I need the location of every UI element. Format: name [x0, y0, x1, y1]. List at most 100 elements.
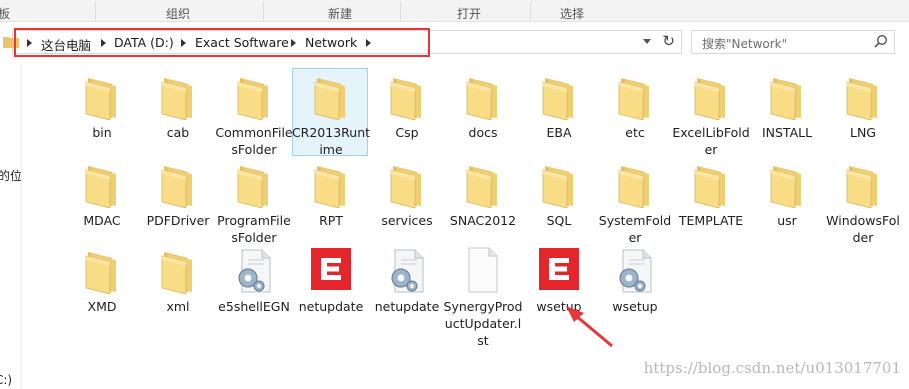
file-item-label: xml — [166, 299, 190, 314]
file-item[interactable]: SNAC2012 — [445, 160, 521, 244]
file-item[interactable]: Csp — [369, 72, 445, 156]
folder-icon — [539, 72, 579, 121]
file-item-label: wsetup — [536, 299, 582, 314]
folder-icon — [234, 72, 274, 121]
folder-icon — [615, 72, 655, 121]
file-item[interactable]: SystemFolder — [597, 160, 673, 245]
file-item-label: PDFDriver — [146, 213, 210, 228]
search-icon[interactable] — [874, 34, 888, 48]
address-highlight-box — [14, 28, 430, 57]
file-item-label: etc — [625, 125, 645, 140]
file-item[interactable]: RPT — [293, 160, 369, 244]
search-placeholder: 搜索"Network" — [702, 37, 788, 51]
folder-icon — [158, 246, 198, 295]
file-item[interactable]: wsetup — [597, 246, 673, 330]
folder-icon — [311, 160, 351, 209]
file-item[interactable]: netupdate — [369, 246, 445, 330]
file-item[interactable]: EBA — [521, 72, 597, 156]
folder-icon — [463, 160, 503, 209]
file-item-label: SNAC2012 — [449, 213, 517, 228]
file-item-label: LNG — [849, 125, 876, 140]
file-item[interactable]: etc — [597, 72, 673, 156]
folder-icon — [158, 72, 198, 121]
file-item[interactable]: xml — [140, 246, 216, 330]
file-item[interactable]: netupdate — [293, 246, 369, 330]
file-item[interactable]: WindowsFolder — [825, 160, 901, 245]
file-item-label: ExcelLibFolder — [672, 125, 750, 157]
nav-item-locations[interactable]: 的位置 — [0, 167, 21, 184]
exact-app-icon — [310, 246, 352, 294]
folder-icon — [615, 160, 655, 209]
folder-icon — [311, 72, 351, 121]
file-item-label: usr — [777, 213, 797, 228]
file-item[interactable]: usr — [749, 160, 825, 244]
folder-icon — [691, 160, 731, 209]
config-file-icon — [615, 246, 655, 294]
folder-icon — [539, 160, 579, 209]
exact-app-icon — [538, 246, 580, 294]
file-item[interactable]: e5shellEGN — [216, 246, 292, 330]
file-item[interactable]: CR2013Runtime — [291, 68, 371, 157]
folder-icon — [82, 160, 122, 209]
file-item[interactable]: wsetup — [521, 246, 597, 330]
file-item[interactable]: LNG — [825, 72, 901, 156]
watermark-text: https://blog.csdn.net/u013017701 — [643, 359, 901, 377]
file-item-label: XMD — [87, 299, 117, 314]
ribbon-divider — [530, 2, 531, 20]
ribbon-item-organize[interactable]: 组织 — [166, 5, 190, 22]
file-item-label: SQL — [546, 213, 572, 228]
file-item[interactable]: bin — [64, 72, 140, 156]
nav-item-drive-c[interactable]: C:) — [0, 373, 12, 387]
file-item[interactable]: XMD — [64, 246, 140, 330]
file-item-label: netupdate — [374, 299, 440, 314]
folder-icon — [843, 72, 883, 121]
file-item[interactable]: PDFDriver — [140, 160, 216, 244]
folder-icon — [843, 160, 883, 209]
file-item-label: INSTALL — [761, 125, 813, 140]
file-item[interactable]: ProgramFilesFolder — [216, 160, 292, 245]
file-item-label: TEMPLATE — [678, 213, 744, 228]
file-item-label: e5shellEGN — [218, 299, 290, 314]
ribbon-divider — [263, 2, 264, 20]
file-item[interactable]: CommonFilesFolder — [215, 72, 293, 157]
folder-icon — [691, 72, 731, 121]
folder-icon — [767, 160, 807, 209]
file-item[interactable]: docs — [445, 72, 521, 156]
file-item-label: services — [381, 213, 433, 228]
file-item[interactable]: MDAC — [64, 160, 140, 244]
file-item-label: SynergyProductUpdater.lst — [443, 299, 523, 348]
file-item-label: CR2013Runtime — [291, 125, 371, 157]
chevron-down-icon[interactable] — [643, 39, 651, 44]
ribbon-divider — [400, 2, 401, 20]
ribbon-divider — [95, 2, 96, 20]
ribbon-item-open[interactable]: 打开 — [457, 5, 481, 22]
folder-icon — [387, 160, 427, 209]
ribbon-item-select[interactable]: 选择 — [560, 5, 584, 22]
folder-icon — [387, 72, 427, 121]
file-item[interactable]: services — [369, 160, 445, 244]
refresh-icon[interactable]: ↻ — [662, 32, 675, 50]
navigation-pane: 的位置 C:) — [0, 64, 22, 389]
document-icon — [463, 246, 503, 294]
folder-icon — [463, 72, 503, 121]
file-item-label: docs — [468, 125, 498, 140]
file-item-label: MDAC — [83, 213, 121, 228]
file-item-label: cab — [166, 125, 190, 140]
file-item-label: Csp — [395, 125, 419, 140]
file-item-label: WindowsFolder — [826, 213, 900, 245]
file-item[interactable]: TEMPLATE — [673, 160, 749, 244]
file-item[interactable]: cab — [140, 72, 216, 156]
folder-icon — [234, 160, 274, 209]
file-item[interactable]: SynergyProductUpdater.lst — [444, 246, 522, 348]
folder-icon — [82, 246, 122, 295]
file-item[interactable]: SQL — [521, 160, 597, 244]
file-item-label: RPT — [319, 213, 343, 228]
ribbon-item-new[interactable]: 新建 — [328, 5, 352, 22]
search-box[interactable]: 搜索"Network" — [691, 30, 895, 54]
ribbon-item-paste[interactable]: 板 — [0, 5, 10, 22]
folder-icon — [158, 160, 198, 209]
file-item-label: CommonFilesFolder — [215, 125, 293, 157]
file-item-label: EBA — [546, 125, 572, 140]
file-item[interactable]: ExcelLibFolder — [672, 72, 750, 157]
file-item[interactable]: INSTALL — [749, 72, 825, 156]
